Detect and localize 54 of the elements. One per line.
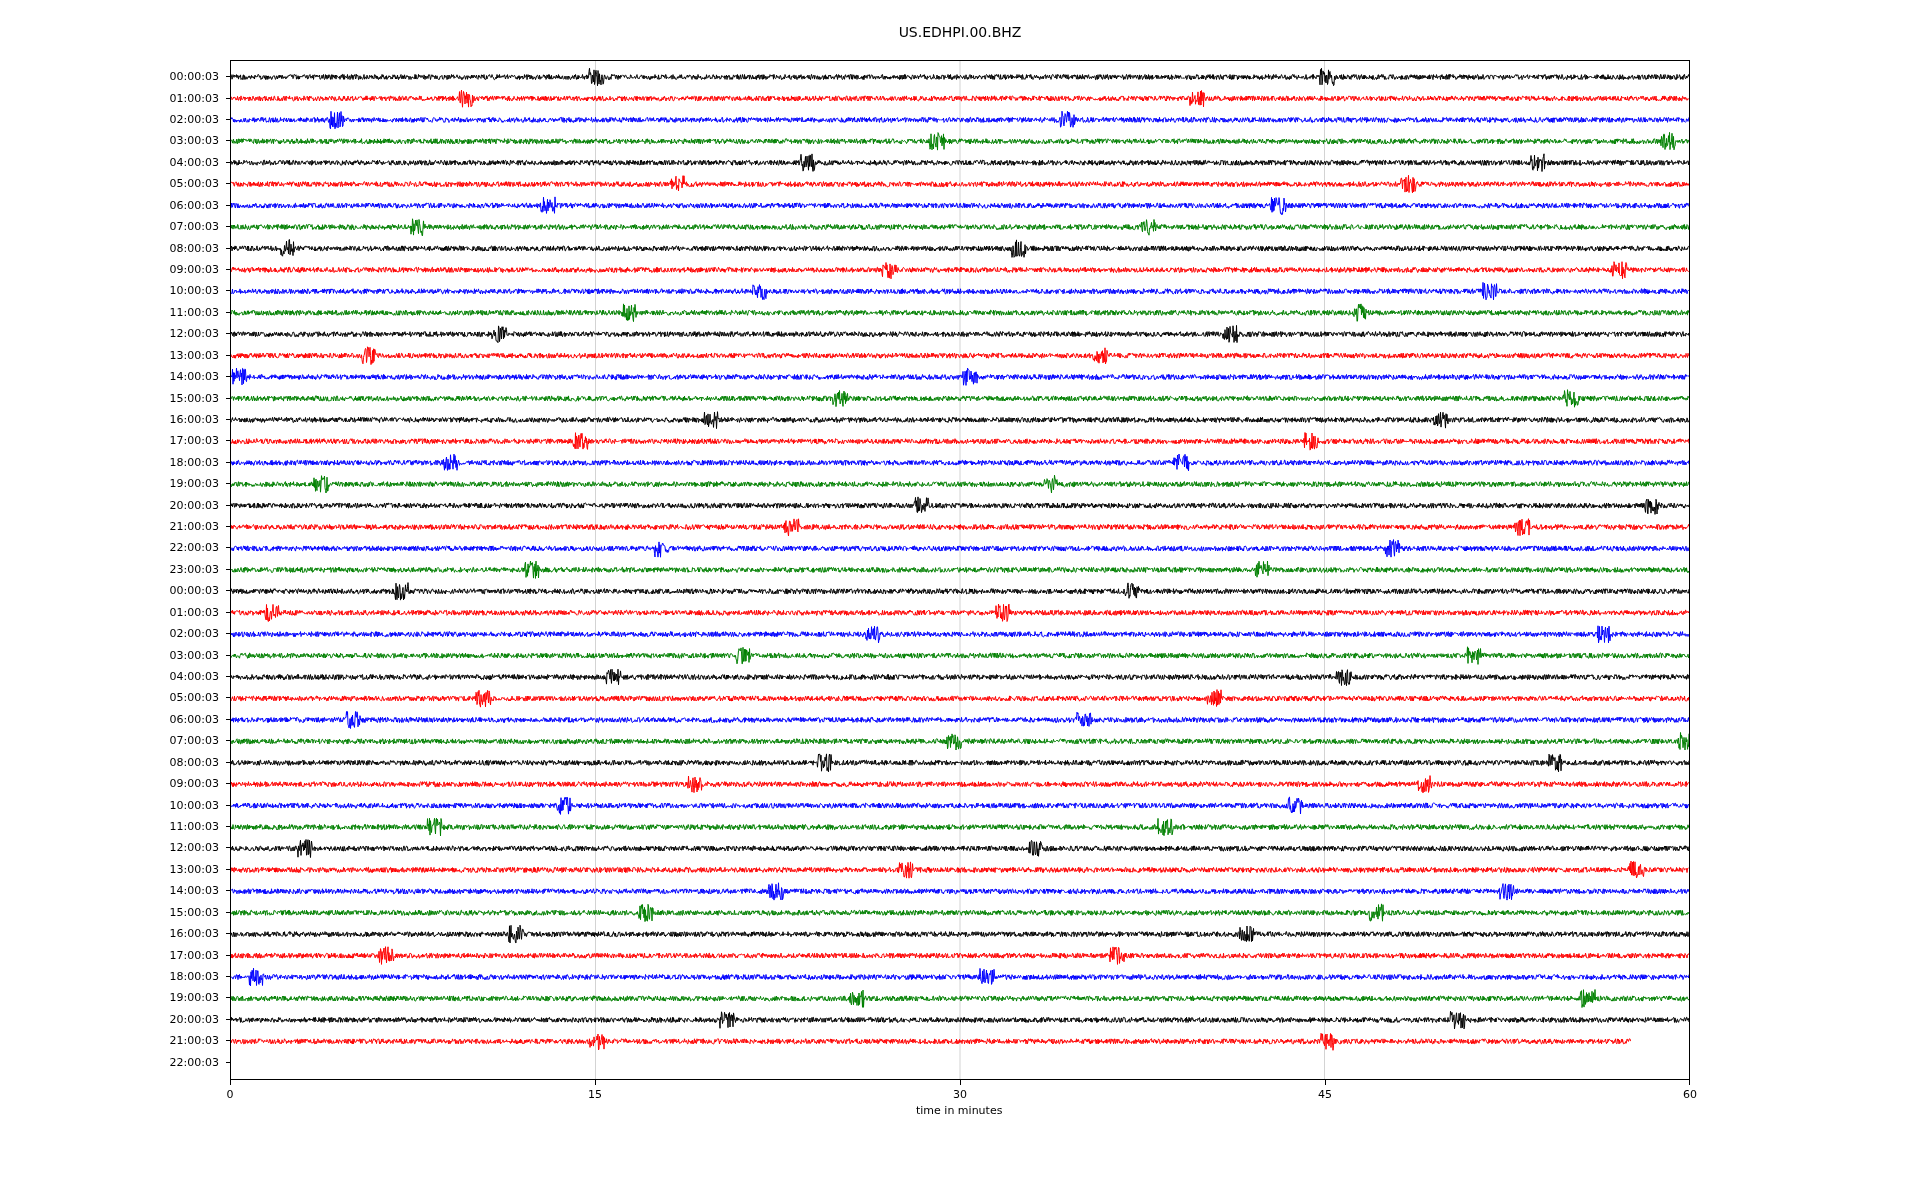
y-axis-label: 18:00:03 xyxy=(169,969,219,983)
x-axis-title: time in minutes xyxy=(916,1104,1003,1117)
y-axis-label: 12:00:03 xyxy=(169,327,219,341)
y-axis-label: 20:00:03 xyxy=(169,1012,219,1026)
y-axis-label: 11:00:03 xyxy=(169,819,219,833)
y-axis-label: 02:00:03 xyxy=(169,113,219,127)
y-axis-label: 03:00:03 xyxy=(169,648,219,662)
y-axis-label: 21:00:03 xyxy=(169,520,219,534)
y-axis-label: 23:00:03 xyxy=(169,562,219,576)
y-axis-label: 00:00:03 xyxy=(169,584,219,598)
y-axis-label: 00:00:03 xyxy=(169,70,219,84)
x-axis-tick-label: 45 xyxy=(1318,1088,1332,1101)
y-axis-label: 01:00:03 xyxy=(169,605,219,619)
y-axis-label: 19:00:03 xyxy=(169,477,219,491)
y-axis-label: 13:00:03 xyxy=(169,862,219,876)
y-axis-label: 18:00:03 xyxy=(169,455,219,469)
y-axis-label: 01:00:03 xyxy=(169,91,219,105)
y-axis-label: 17:00:03 xyxy=(169,948,219,962)
y-axis-label: 14:00:03 xyxy=(169,370,219,384)
y-axis-label: 15:00:03 xyxy=(169,391,219,405)
y-axis-label: 08:00:03 xyxy=(169,241,219,255)
y-axis-label: 10:00:03 xyxy=(169,798,219,812)
y-axis-label: 13:00:03 xyxy=(169,348,219,362)
y-axis-label: 09:00:03 xyxy=(169,777,219,791)
y-axis-label: 14:00:03 xyxy=(169,884,219,898)
x-axis-tick-label: 60 xyxy=(1683,1088,1697,1101)
y-axis-label: 21:00:03 xyxy=(169,1034,219,1048)
y-axis-label: 07:00:03 xyxy=(169,220,219,234)
y-axis-label: 04:00:03 xyxy=(169,670,219,683)
x-axis-tick-label: 30 xyxy=(953,1088,967,1101)
y-axis-label: 02:00:03 xyxy=(169,627,219,641)
y-axis-label: 11:00:03 xyxy=(169,305,219,319)
y-axis-label: 12:00:03 xyxy=(169,841,219,855)
y-axis-label: 16:00:03 xyxy=(169,412,219,426)
y-axis-label: 17:00:03 xyxy=(169,434,219,448)
y-axis-label: 10:00:03 xyxy=(169,284,219,298)
y-axis-label: 07:00:03 xyxy=(169,734,219,748)
y-axis-label: 22:00:03 xyxy=(169,541,219,555)
y-axis-label: 16:00:03 xyxy=(169,927,219,941)
y-axis-label: 09:00:03 xyxy=(169,263,219,276)
y-axis-label: 15:00:03 xyxy=(169,905,219,919)
x-axis-tick-label: 0 xyxy=(226,1088,234,1101)
y-axis-label: 06:00:03 xyxy=(169,712,219,726)
y-axis-label: 05:00:03 xyxy=(169,691,219,705)
y-axis-label: 05:00:03 xyxy=(169,177,219,191)
chart-title: US.EDHPI.00.BHZ xyxy=(898,23,1022,41)
y-axis-label: 03:00:03 xyxy=(169,134,219,148)
y-axis-label: 06:00:03 xyxy=(169,198,219,212)
y-axis-label: 08:00:03 xyxy=(169,755,219,769)
y-axis-label: 20:00:03 xyxy=(169,498,219,512)
y-axis-label: 19:00:03 xyxy=(169,991,219,1005)
y-axis-label: 22:00:03 xyxy=(169,1055,219,1069)
x-axis-tick-label: 15 xyxy=(588,1088,602,1101)
y-axis-label: 04:00:03 xyxy=(169,155,219,169)
